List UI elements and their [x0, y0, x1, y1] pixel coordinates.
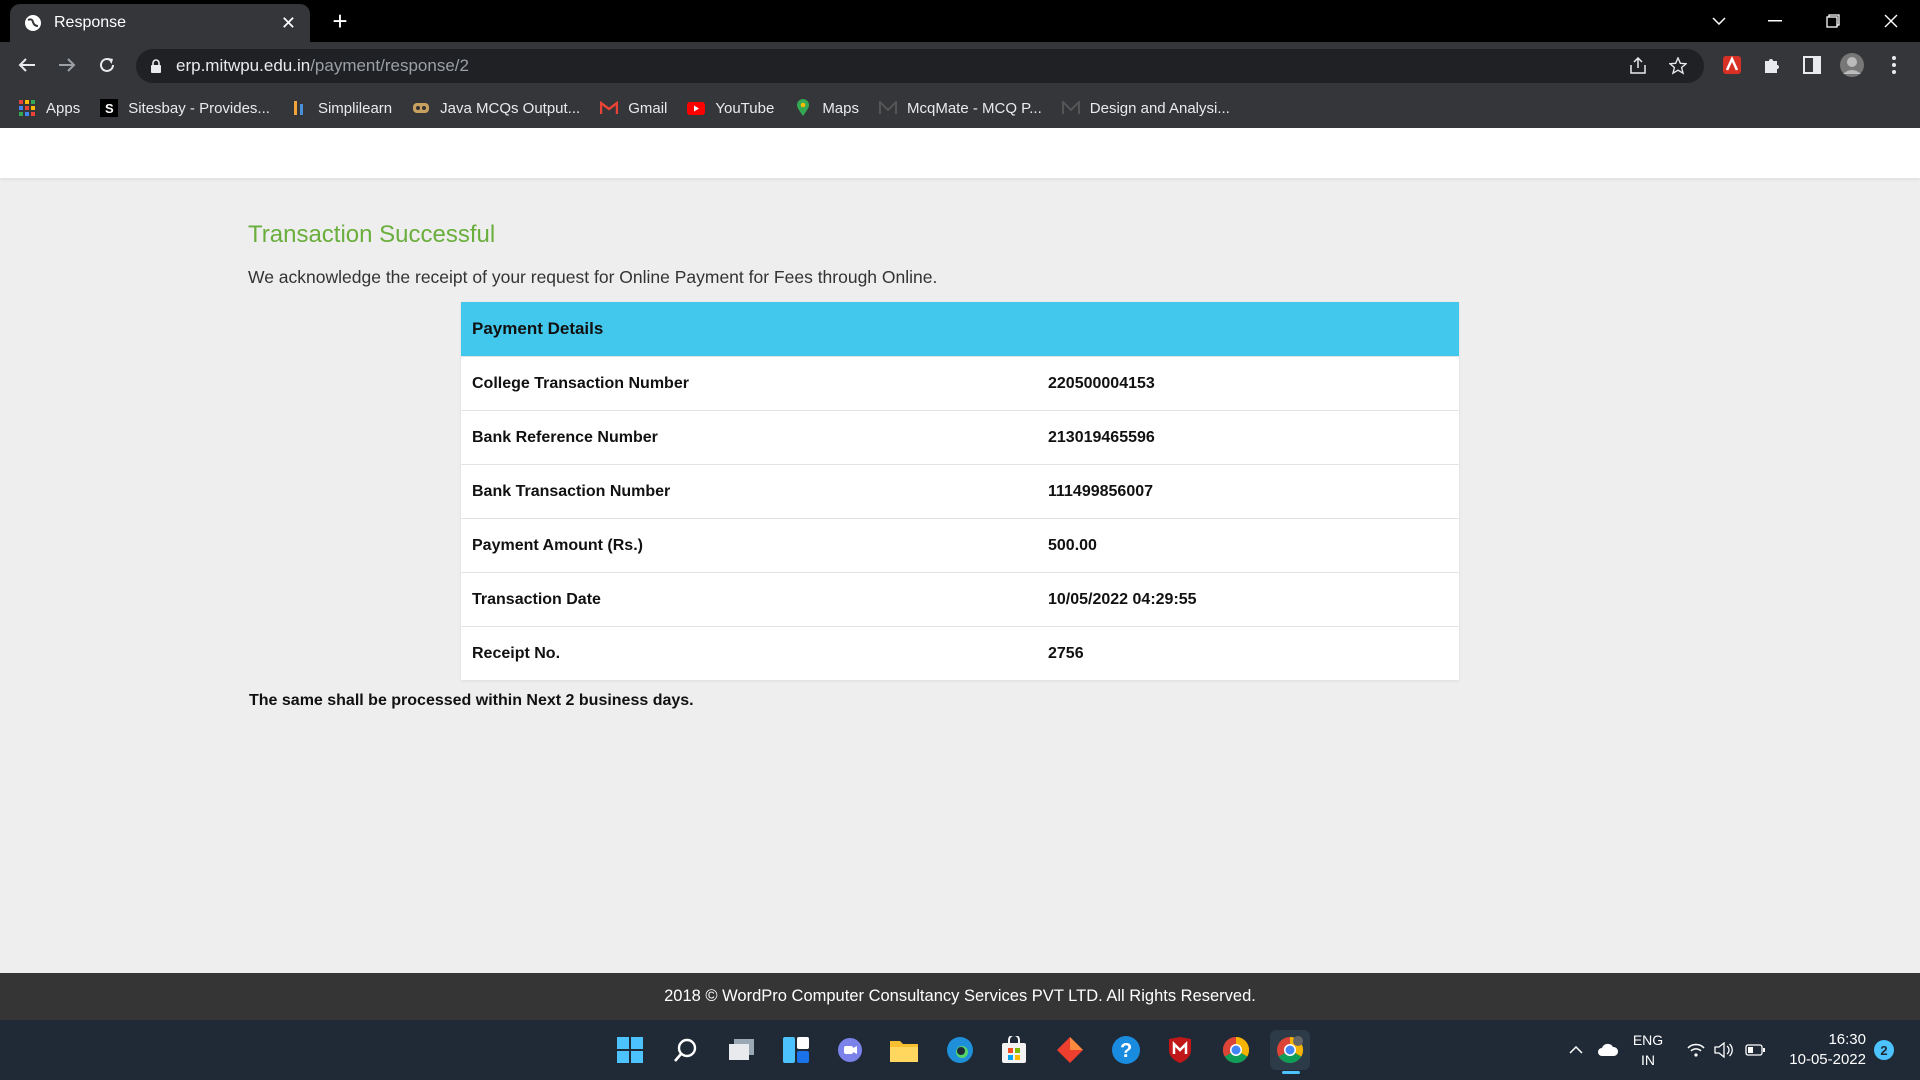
- svg-text:?: ?: [1120, 1040, 1132, 1062]
- table-row: College Transaction Number 220500004153: [461, 356, 1459, 410]
- browser-tab[interactable]: Response ✕: [10, 4, 310, 42]
- row-label: Payment Amount (Rs.): [472, 536, 643, 554]
- bookmark-gmail[interactable]: Gmail: [600, 99, 667, 117]
- svg-text:S: S: [105, 101, 114, 116]
- page-content: Transaction Successful We acknowledge th…: [0, 178, 1920, 973]
- sitesbay-icon: S: [100, 99, 119, 117]
- row-value: 220500004153: [1048, 374, 1155, 392]
- browser-tab-strip: Response ✕ +: [0, 0, 1920, 42]
- bookmark-youtube[interactable]: YouTube: [687, 99, 774, 117]
- windows-taskbar: ? ENG IN 16:30 10-05-2022 2: [0, 1020, 1920, 1080]
- windows-start-icon[interactable]: [610, 1030, 650, 1070]
- page-title: Transaction Successful: [248, 221, 496, 248]
- processing-note: The same shall be processed within Next …: [249, 692, 694, 709]
- search-icon[interactable]: [666, 1030, 706, 1070]
- gmail-icon: [600, 99, 619, 117]
- menu-dots-icon[interactable]: [1880, 51, 1908, 79]
- get-help-icon[interactable]: ?: [1106, 1030, 1146, 1070]
- bookmark-java-mcqs[interactable]: Java MCQs Output...: [412, 99, 580, 117]
- task-view-icon[interactable]: [722, 1030, 762, 1070]
- bookmark-mcqmate[interactable]: McqMate - MCQ P...: [879, 99, 1042, 117]
- reload-icon[interactable]: [92, 50, 122, 80]
- profile-avatar[interactable]: [1838, 51, 1866, 79]
- row-value: 111499856007: [1048, 482, 1154, 500]
- page-footer: 2018 © WordPro Computer Consultancy Serv…: [0, 973, 1920, 1020]
- bookmarks-bar: Apps S Sitesbay - Provides... Simplilear…: [0, 88, 1920, 128]
- simplilearn-icon: [290, 99, 308, 117]
- bookmark-apps[interactable]: Apps: [18, 99, 80, 117]
- bookmark-star-icon[interactable]: [1666, 54, 1690, 78]
- onedrive-cloud-icon[interactable]: [1594, 1020, 1622, 1080]
- row-value: 10/05/2022 04:29:55: [1048, 590, 1197, 608]
- table-row: Bank Transaction Number 111499856007: [461, 464, 1459, 518]
- side-panel-icon[interactable]: [1798, 51, 1826, 79]
- volume-icon[interactable]: [1712, 1020, 1736, 1080]
- browser-toolbar: erp.mitwpu.edu.in/payment/response/2: [0, 42, 1920, 88]
- table-row: Receipt No. 2756: [461, 626, 1459, 680]
- payment-details-table: Payment Details College Transaction Numb…: [461, 302, 1459, 680]
- address-bar[interactable]: erp.mitwpu.edu.in/payment/response/2: [136, 49, 1704, 83]
- row-value: 2756: [1048, 644, 1084, 662]
- forward-arrow-icon[interactable]: [52, 50, 82, 80]
- teams-chat-icon[interactable]: [830, 1030, 870, 1070]
- bookmark-maps[interactable]: Maps: [794, 99, 859, 117]
- payment-details-header: Payment Details: [461, 302, 1459, 356]
- globe-icon: [25, 15, 41, 31]
- close-window-button[interactable]: [1868, 6, 1914, 36]
- mcqmate-icon: [879, 99, 897, 117]
- site-header: [0, 128, 1920, 178]
- row-label: Transaction Date: [472, 590, 601, 608]
- new-tab-button[interactable]: +: [326, 7, 354, 35]
- show-hidden-icons-chevron-icon[interactable]: [1564, 1020, 1588, 1080]
- system-clock[interactable]: 16:30 10-05-2022: [1776, 1030, 1866, 1070]
- language-indicator[interactable]: ENG IN: [1628, 1030, 1668, 1070]
- bookmark-design-analysis[interactable]: Design and Analysi...: [1061, 99, 1230, 117]
- microsoft-store-icon[interactable]: [994, 1030, 1034, 1070]
- maps-pin-icon: [794, 99, 812, 117]
- restore-button[interactable]: [1810, 6, 1856, 36]
- youtube-icon: [687, 99, 706, 117]
- tab-search-icon[interactable]: [1696, 6, 1742, 36]
- extension-red-icon[interactable]: [1718, 51, 1746, 79]
- java-mcqs-icon: [412, 99, 430, 117]
- table-row: Transaction Date 10/05/2022 04:29:55: [461, 572, 1459, 626]
- widgets-icon[interactable]: [776, 1030, 816, 1070]
- app-diamond-icon[interactable]: [1050, 1030, 1090, 1070]
- row-label: Bank Transaction Number: [472, 482, 671, 500]
- row-value: 213019465596: [1048, 428, 1155, 446]
- lock-icon: [151, 58, 161, 73]
- chrome-icon[interactable]: [1216, 1030, 1256, 1070]
- battery-icon[interactable]: [1742, 1020, 1768, 1080]
- extensions-puzzle-icon[interactable]: [1758, 51, 1786, 79]
- wifi-icon[interactable]: [1684, 1020, 1708, 1080]
- back-arrow-icon[interactable]: [12, 50, 42, 80]
- chrome-profile-icon[interactable]: [1270, 1030, 1310, 1074]
- apps-grid-icon: [18, 99, 36, 117]
- file-explorer-icon[interactable]: [884, 1030, 924, 1070]
- table-row: Payment Amount (Rs.) 500.00: [461, 518, 1459, 572]
- close-tab-icon[interactable]: ✕: [281, 13, 296, 34]
- row-label: College Transaction Number: [472, 374, 689, 392]
- row-label: Bank Reference Number: [472, 428, 658, 446]
- tab-title: Response: [54, 14, 127, 31]
- bookmark-simplilearn[interactable]: Simplilearn: [290, 99, 392, 117]
- notification-badge[interactable]: 2: [1874, 1040, 1894, 1060]
- url-text: erp.mitwpu.edu.in/payment/response/2: [176, 56, 469, 75]
- share-icon[interactable]: [1626, 54, 1650, 78]
- table-row: Bank Reference Number 213019465596: [461, 410, 1459, 464]
- mcqmate-icon: [1061, 99, 1080, 117]
- acknowledgement-text: We acknowledge the receipt of your reque…: [248, 267, 938, 287]
- bookmark-sitesbay[interactable]: S Sitesbay - Provides...: [100, 99, 270, 117]
- mcafee-shield-icon[interactable]: [1160, 1030, 1200, 1070]
- minimize-button[interactable]: [1752, 6, 1798, 36]
- row-label: Receipt No.: [472, 644, 561, 662]
- edge-browser-icon[interactable]: [940, 1030, 980, 1070]
- row-value: 500.00: [1048, 536, 1097, 554]
